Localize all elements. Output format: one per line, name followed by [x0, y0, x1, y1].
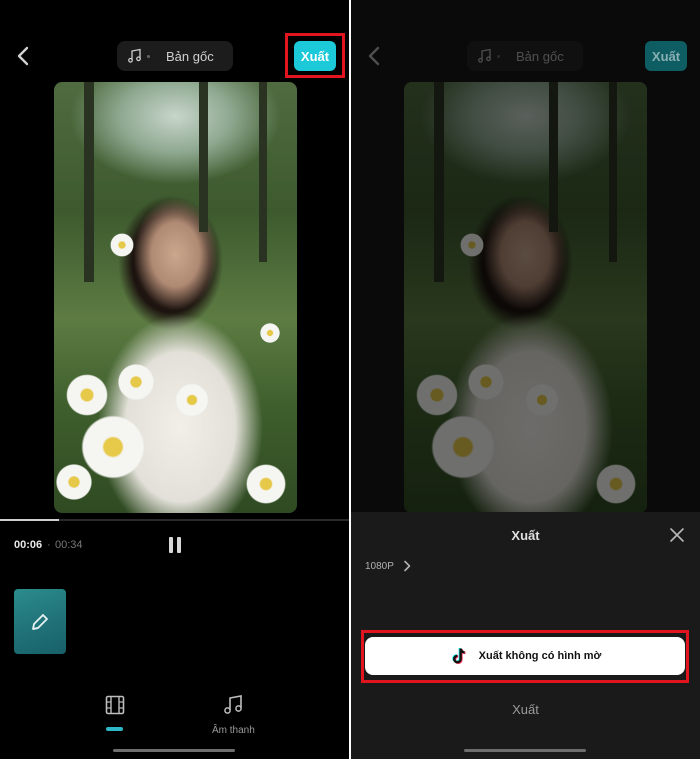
export-without-watermark-label: Xuất không có hình mờ	[478, 650, 602, 662]
separator-dot	[147, 54, 150, 58]
tab-audio-label: Âm thanh	[212, 725, 255, 736]
export-button[interactable]: Xuất	[645, 41, 687, 71]
music-note-icon	[478, 48, 491, 63]
resolution-selector[interactable]: 1080P	[365, 560, 412, 572]
back-button[interactable]	[14, 44, 34, 68]
close-button[interactable]	[669, 527, 685, 543]
music-note-icon	[128, 48, 141, 63]
export-button-highlight	[285, 33, 345, 78]
playback-progress-bar[interactable]	[0, 519, 349, 521]
active-tab-indicator	[106, 727, 123, 731]
daisy-flower	[244, 462, 288, 506]
pause-button[interactable]	[166, 536, 184, 554]
current-time: 00:06	[14, 539, 43, 551]
modal-dim-overlay	[404, 82, 647, 513]
back-button[interactable]	[365, 44, 385, 68]
daisy-flower	[54, 462, 94, 502]
tree-trunk	[259, 82, 267, 262]
pause-bar	[169, 537, 173, 553]
daisy-flower	[259, 322, 281, 344]
tab-audio[interactable]: Âm thanh	[212, 694, 255, 736]
time-separator: ·	[47, 539, 51, 551]
daisy-flower	[109, 232, 135, 258]
audio-source-selector[interactable]: Bản gốc	[467, 41, 583, 71]
tree-trunk	[199, 82, 208, 232]
export-bottom-sheet: Xuất 1080P Xuất không có hình mờ Xuất	[351, 512, 700, 759]
playback-progress-fill	[0, 519, 60, 521]
export-button-secondary[interactable]: Xuất	[351, 702, 700, 717]
daisy-flower	[116, 362, 156, 402]
resolution-label: 1080P	[365, 560, 394, 572]
pencil-icon	[32, 613, 48, 630]
close-icon	[670, 528, 684, 542]
audio-source-label: Bản gốc	[166, 48, 214, 64]
chevron-right-icon	[404, 560, 411, 572]
home-indicator	[113, 749, 235, 752]
pause-bar	[177, 537, 181, 553]
export-without-watermark-button[interactable]: Xuất không có hình mờ	[365, 637, 685, 675]
daisy-flower	[64, 372, 110, 418]
total-time: 00:34	[55, 539, 83, 551]
audio-source-selector[interactable]: Bản gốc	[117, 41, 233, 71]
video-preview[interactable]	[54, 82, 297, 513]
home-indicator	[464, 749, 586, 752]
editor-screen: Bản gốc Xuất 00:06 · 00:34 Âm thanh	[0, 0, 349, 759]
film-icon	[104, 694, 126, 721]
tab-edit[interactable]	[104, 694, 126, 721]
chevron-left-icon	[17, 46, 29, 66]
daisy-flower	[174, 382, 210, 418]
separator-dot	[497, 54, 500, 58]
video-preview	[404, 82, 647, 513]
chevron-left-icon	[368, 46, 380, 66]
audio-source-label: Bản gốc	[516, 48, 564, 64]
export-sheet-screen: Bản gốc Xuất Xuất 1080P Xuất không có hì…	[351, 0, 700, 759]
music-note-icon	[222, 694, 244, 721]
tiktok-icon	[451, 647, 466, 664]
tree-trunk	[84, 82, 94, 282]
edit-clip-thumbnail[interactable]	[14, 589, 66, 654]
sheet-title: Xuất	[511, 528, 540, 543]
